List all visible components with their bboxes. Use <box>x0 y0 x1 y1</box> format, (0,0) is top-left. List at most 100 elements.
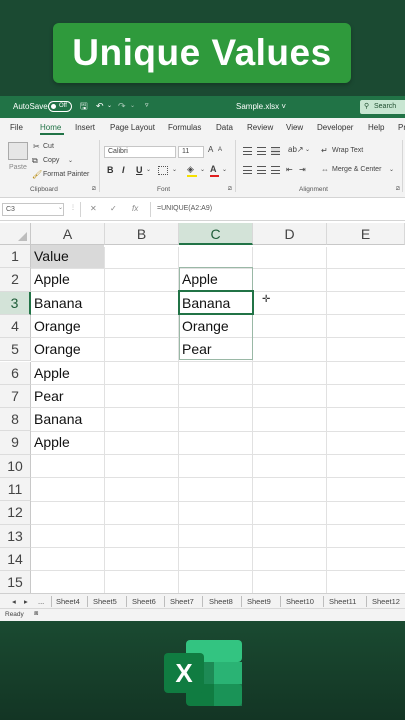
align-center-icon[interactable] <box>257 166 266 174</box>
sheet-tab[interactable]: Sheet4 <box>56 597 80 606</box>
tab-developer[interactable]: Developer <box>317 123 353 132</box>
tab-view[interactable]: View <box>286 123 303 132</box>
merge-dropdown-icon[interactable]: ⌄ <box>389 166 394 173</box>
cancel-icon[interactable]: ✕ <box>90 204 97 213</box>
tab-insert[interactable]: Insert <box>75 123 95 132</box>
merge-center-button[interactable]: Merge & Center <box>332 166 381 173</box>
format-painter-button[interactable]: Format Painter <box>43 171 89 178</box>
row-header[interactable]: 2 <box>0 268 31 292</box>
column-header-a[interactable]: A <box>31 223 105 245</box>
scissors-icon[interactable]: ✂ <box>33 142 40 151</box>
font-launcher-icon[interactable]: ⧄ <box>228 186 232 193</box>
sheet-tab[interactable]: Sheet9 <box>247 597 271 606</box>
row-header[interactable]: 8 <box>0 408 31 432</box>
sheet-tab[interactable]: Sheet8 <box>209 597 233 606</box>
cell-a7[interactable]: Pear <box>31 385 104 408</box>
undo-dropdown-icon[interactable]: ⌄ <box>107 101 112 111</box>
tab-data[interactable]: Data <box>216 123 233 132</box>
row-header[interactable]: 9 <box>0 431 31 455</box>
save-icon[interactable]: 🖫 <box>80 101 88 111</box>
autosave-toggle[interactable]: Off <box>48 101 72 112</box>
enter-icon[interactable]: ✓ <box>110 204 117 213</box>
worksheet-grid[interactable]: A B C D E 1 2 3 4 5 6 7 8 9 10 11 12 13 … <box>0 221 405 593</box>
more-sheets-button[interactable]: ... <box>38 597 44 606</box>
font-color-icon[interactable]: A <box>210 164 217 174</box>
copy-icon[interactable]: ⧉ <box>32 156 38 166</box>
search-box[interactable]: ⚲ Search <box>360 100 405 114</box>
select-all-corner[interactable] <box>0 223 31 245</box>
wrap-text-button[interactable]: Wrap Text <box>332 147 363 154</box>
sheet-tab[interactable]: Sheet12 <box>372 597 400 606</box>
sheet-tab[interactable]: Sheet7 <box>170 597 194 606</box>
insert-function-icon[interactable]: fx <box>132 204 138 213</box>
cell-c4[interactable]: Orange <box>179 315 252 338</box>
sheet-tab[interactable]: Sheet10 <box>286 597 314 606</box>
fill-color-dropdown-icon[interactable]: ⌄ <box>200 166 205 173</box>
redo-dropdown-icon[interactable]: ⌄ <box>130 101 135 111</box>
sheet-tab[interactable]: Sheet6 <box>132 597 156 606</box>
borders-dropdown-icon[interactable]: ⌄ <box>172 166 177 173</box>
column-header-e[interactable]: E <box>327 223 405 245</box>
increase-font-icon[interactable]: A <box>208 145 213 154</box>
cell-c2[interactable]: Apple <box>179 268 252 291</box>
row-header[interactable]: 1 <box>0 245 31 269</box>
formula-input[interactable]: =UNIQUE(A2:A9) <box>157 205 212 212</box>
align-bottom-icon[interactable] <box>271 147 280 155</box>
copy-button[interactable]: Copy <box>43 157 59 164</box>
sheet-tab[interactable]: Sheet5 <box>93 597 117 606</box>
increase-indent-icon[interactable]: ⇥ <box>299 165 306 174</box>
paste-button[interactable]: Paste <box>9 164 27 171</box>
alignment-launcher-icon[interactable]: ⧄ <box>396 186 400 193</box>
column-header-c[interactable]: C <box>179 223 253 245</box>
cell-a6[interactable]: Apple <box>31 362 104 385</box>
tab-help[interactable]: Help <box>368 123 384 132</box>
row-header[interactable]: 7 <box>0 384 31 409</box>
row-header[interactable]: 4 <box>0 314 31 339</box>
paintbrush-icon[interactable]: 🖌 <box>32 170 42 179</box>
orientation-dropdown-icon[interactable]: ⌄ <box>305 146 310 153</box>
merge-center-icon[interactable]: ⇔ <box>321 165 329 174</box>
tab-formulas[interactable]: Formulas <box>168 123 201 132</box>
name-box[interactable]: C3 <box>2 203 64 216</box>
align-right-icon[interactable] <box>271 166 280 174</box>
row-header[interactable]: 3 <box>0 291 31 315</box>
align-middle-icon[interactable] <box>257 147 266 155</box>
sheet-tab[interactable]: Sheet11 <box>329 597 356 606</box>
row-header[interactable]: 11 <box>0 478 31 502</box>
prev-sheet-icon[interactable]: ◂ <box>12 597 16 606</box>
row-header[interactable]: 15 <box>0 571 31 593</box>
customize-toolbar-icon[interactable]: ▿ <box>145 101 149 111</box>
bold-button[interactable]: B <box>107 165 114 175</box>
clipboard-launcher-icon[interactable]: ⧄ <box>92 186 96 193</box>
decrease-font-icon[interactable]: A <box>218 147 222 153</box>
row-header[interactable]: 13 <box>0 524 31 548</box>
cell-c5[interactable]: Pear <box>179 338 252 361</box>
font-size-select[interactable]: 11 <box>178 146 204 158</box>
cell-a3[interactable]: Banana <box>31 292 104 315</box>
align-top-icon[interactable] <box>243 147 252 155</box>
fill-color-icon[interactable]: ◈ <box>187 164 194 175</box>
row-header[interactable]: 10 <box>0 454 31 478</box>
italic-button[interactable]: I <box>122 165 125 175</box>
align-left-icon[interactable] <box>243 166 252 174</box>
cell-a1[interactable]: Value <box>31 245 104 268</box>
cell-a8[interactable]: Banana <box>31 408 104 431</box>
tab-file[interactable]: File <box>10 123 23 132</box>
cell-a9[interactable]: Apple <box>31 431 104 454</box>
file-name[interactable]: Sample.xlsx ˅ <box>236 102 286 111</box>
next-sheet-icon[interactable]: ▸ <box>24 597 28 606</box>
borders-icon[interactable] <box>158 166 168 175</box>
cut-button[interactable]: Cut <box>43 143 54 150</box>
cell-a4[interactable]: Orange <box>31 315 104 338</box>
tab-page-layout[interactable]: Page Layout <box>110 123 155 132</box>
cell-a2[interactable]: Apple <box>31 268 104 291</box>
underline-button[interactable]: U <box>136 165 143 175</box>
orientation-icon[interactable]: ab↗ <box>288 145 304 154</box>
name-box-dropdown-icon[interactable]: ⌄ <box>58 204 63 211</box>
row-header[interactable]: 6 <box>0 361 31 385</box>
font-color-dropdown-icon[interactable]: ⌄ <box>222 166 227 173</box>
cell-a5[interactable]: Orange <box>31 338 104 361</box>
redo-icon[interactable]: ↷ <box>118 101 126 111</box>
copy-dropdown-icon[interactable]: ⌄ <box>68 157 73 164</box>
accessibility-icon[interactable]: ⧈ <box>34 610 38 618</box>
